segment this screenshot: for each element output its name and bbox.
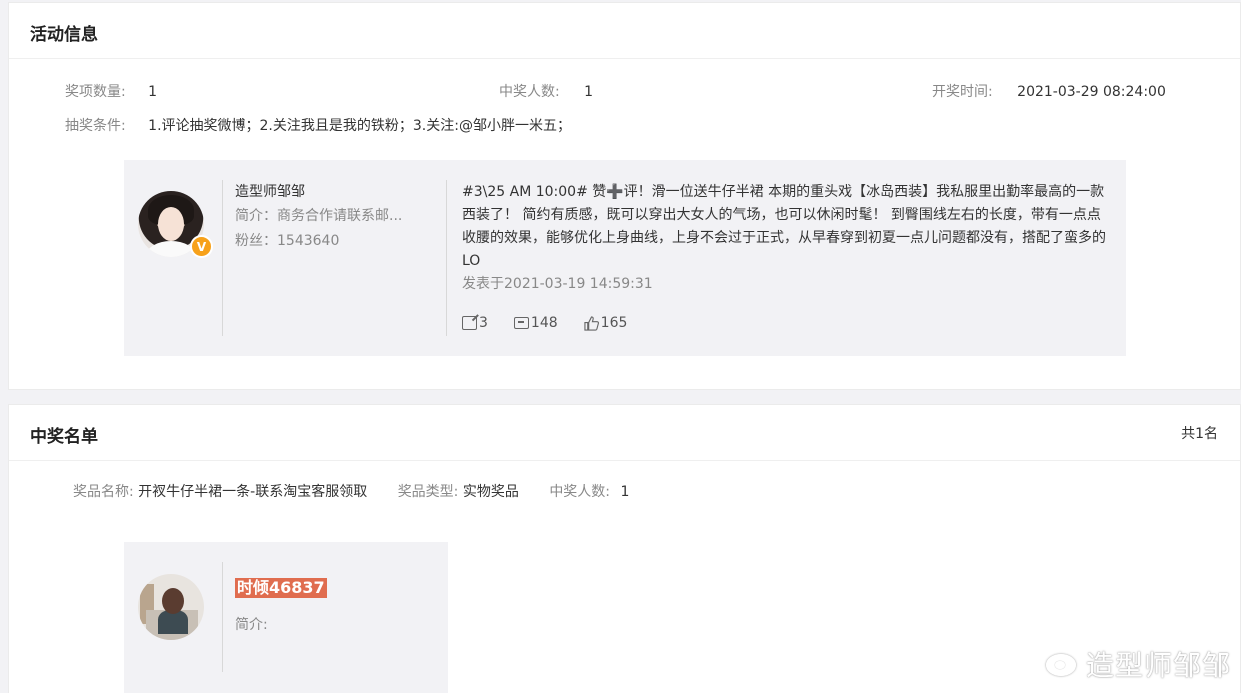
draw-time-label: 开奖时间: xyxy=(932,84,993,100)
prize-count-label: 奖项数量: xyxy=(65,84,126,100)
activity-info-header: 活动信息 xyxy=(9,3,1240,59)
prize-info-row: 奖品名称: 开衩牛仔半裙一条-联系淘宝客服领取 奖品类型: 实物奖品 中奖人数:… xyxy=(73,481,629,501)
post-stats: 3 148 165 xyxy=(462,315,627,331)
winners-count-value: 1 xyxy=(620,484,630,500)
prize-name-value: 开衩牛仔半裙一条-联系淘宝客服领取 xyxy=(138,484,368,500)
author-fans: 粉丝：1543640 xyxy=(235,233,340,249)
comment-button[interactable]: 148 xyxy=(513,315,558,331)
weibo-watermark: 造型师邹邹 xyxy=(1042,644,1231,684)
winners-count-row: 中奖人数: 1 xyxy=(499,81,593,101)
winner-card[interactable]: 时倾46837 简介: xyxy=(124,542,448,693)
post-date: 发表于2021-03-19 14:59:31 xyxy=(462,276,653,292)
like-count: 165 xyxy=(600,315,628,331)
prize-count-row: 奖项数量: 1 xyxy=(65,81,157,101)
share-icon xyxy=(462,316,477,330)
comment-icon xyxy=(513,317,529,329)
verified-badge-icon: V xyxy=(190,235,213,258)
comment-count: 148 xyxy=(530,315,558,331)
winners-header: 中奖名单 共1名 xyxy=(9,405,1240,461)
divider xyxy=(222,562,223,672)
prize-type-label: 奖品类型: xyxy=(397,484,459,500)
weibo-logo-icon xyxy=(1042,648,1082,680)
winners-count-label: 中奖人数: xyxy=(549,484,611,500)
author-intro: 简介：商务合作请联系邮... xyxy=(235,208,403,224)
activity-info-card: 活动信息 奖项数量: 1 中奖人数: 1 开奖时间: 2021-03-29 08… xyxy=(8,2,1241,390)
winners-count-value: 1 xyxy=(584,84,594,100)
divider xyxy=(222,180,223,336)
winners-total: 共1名 xyxy=(1181,426,1218,442)
thumbs-up-icon xyxy=(584,315,599,331)
winners-count-label: 中奖人数: xyxy=(499,84,560,100)
conditions-row: 抽奖条件: 1.评论抽奖微博；2.关注我且是我的铁粉；3.关注:@邹小胖一米五； xyxy=(65,115,571,135)
repost-count: 3 xyxy=(479,315,488,331)
conditions-value: 1.评论抽奖微博；2.关注我且是我的铁粉；3.关注:@邹小胖一米五； xyxy=(148,118,571,134)
weibo-post-card[interactable]: V 造型师邹邹 简介：商务合作请联系邮... 粉丝：1543640 #3\25 … xyxy=(124,160,1126,356)
post-text: #3\25 AM 10:00# 赞➕评！滑一位送牛仔半裙 本期的重头戏【冰岛西装… xyxy=(462,184,1106,269)
winner-intro: 简介: xyxy=(235,617,268,633)
like-button[interactable]: 165 xyxy=(584,315,628,331)
winner-name[interactable]: 时倾46837 xyxy=(235,578,327,598)
winner-avatar[interactable] xyxy=(138,574,204,640)
divider xyxy=(446,180,447,336)
watermark-text: 造型师邹邹 xyxy=(1085,649,1231,682)
winners-title: 中奖名单 xyxy=(30,427,98,447)
activity-info-title: 活动信息 xyxy=(30,25,98,45)
conditions-label: 抽奖条件: xyxy=(65,118,126,134)
prize-name-label: 奖品名称: xyxy=(73,484,134,500)
author-name[interactable]: 造型师邹邹 xyxy=(235,181,305,201)
prize-type-value: 实物奖品 xyxy=(462,484,519,500)
prize-count-value: 1 xyxy=(148,84,158,100)
repost-button[interactable]: 3 xyxy=(462,315,488,331)
draw-time-value: 2021-03-29 08:24:00 xyxy=(1017,84,1166,100)
draw-time-row: 开奖时间: 2021-03-29 08:24:00 xyxy=(932,81,1166,101)
